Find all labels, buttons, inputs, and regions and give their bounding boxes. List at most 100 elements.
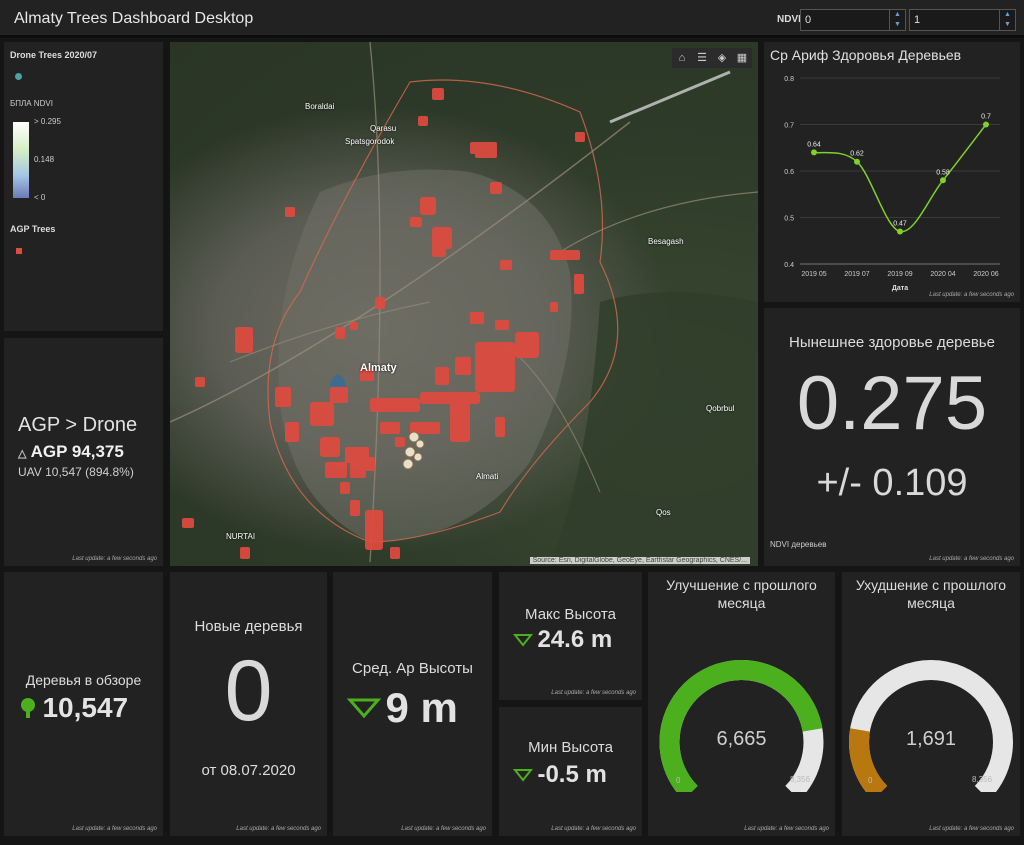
ndvi-color-ramp — [13, 122, 29, 198]
data-point — [897, 228, 903, 235]
triangle-up-icon: △ — [18, 448, 27, 460]
data-point — [854, 158, 860, 165]
data-point — [940, 177, 946, 184]
map-canvas — [170, 42, 758, 566]
trees-review-panel: Деревья в обзоре 10,547 Last update: a f… — [4, 572, 163, 836]
basemap-icon[interactable]: ▦ — [732, 48, 752, 68]
improvement-gauge — [659, 660, 824, 792]
ndvi-max-spinner[interactable]: ▲ ▼ — [909, 9, 1016, 31]
min-height-value: -0.5 m — [537, 761, 607, 788]
uav-count: UAV 10,547 (894.8%) — [18, 465, 134, 479]
y-tick-label: 0.8 — [784, 76, 794, 83]
new-trees-value: 0 — [224, 643, 273, 739]
decline-panel: Ухудшение с прошлого месяца 1,691 0 8,35… — [842, 572, 1020, 836]
data-label: 0.58 — [936, 169, 950, 176]
last-update: Last update: a few seconds ago — [401, 826, 486, 832]
ndvi-max-arrows[interactable]: ▲ ▼ — [999, 10, 1015, 30]
triangle-down-icon — [512, 769, 534, 782]
drone-tree-symbol — [15, 73, 22, 80]
spin-down-icon[interactable]: ▼ — [1000, 20, 1015, 30]
last-update: Last update: a few seconds ago — [72, 556, 157, 562]
x-axis-label: Дата — [892, 285, 908, 292]
layers-icon[interactable]: ◈ — [712, 48, 732, 68]
last-update: Last update: a few seconds ago — [551, 690, 636, 696]
line-chart: 0.4 0.5 0.6 0.7 0.8 2019 05 2019 07 2019 09 2020… — [784, 76, 1000, 292]
place-label: Almati — [476, 472, 499, 481]
place-label: Besagash — [648, 237, 684, 246]
trees-review-value: 10,547 — [42, 692, 129, 723]
decline-title: Ухудшение с прошлого месяца — [855, 577, 1007, 611]
map-attribution: Source: Esri, DigitalGlobe, GeoEye, Eart… — [529, 557, 750, 564]
data-point — [811, 149, 817, 156]
decline-value: 1,691 — [905, 728, 957, 750]
data-label: 0.7 — [981, 114, 991, 121]
place-label: Qos — [656, 508, 671, 517]
health-chart-panel: Ср Ариф Здоровья Деревьев 0.4 0.5 0.6 0.7 0.… — [764, 42, 1020, 302]
list-icon[interactable]: ☰ — [692, 48, 712, 68]
spin-up-icon[interactable]: ▲ — [1000, 10, 1015, 20]
min-height-title: Мин Высота — [528, 739, 613, 756]
avg-height-title: Сред. Ар Высоты — [352, 660, 473, 677]
last-update: Last update: a few seconds ago — [929, 826, 1014, 832]
last-update: Last update: a few seconds ago — [551, 826, 636, 832]
series-line — [813, 124, 987, 233]
y-tick-label: 0.7 — [784, 123, 794, 130]
ramp-min-label: < 0 — [34, 193, 46, 202]
ndvi-max-input[interactable] — [910, 11, 990, 29]
y-tick-label: 0.5 — [784, 216, 794, 223]
agp-count: △ AGP 94,375 — [18, 442, 124, 462]
trees-review-count: 10,547 — [18, 692, 128, 724]
decline-gauge — [849, 660, 1013, 792]
health-value: 0.275 — [796, 361, 988, 446]
new-trees-date: от 08.07.2020 — [201, 762, 296, 779]
improvement-panel: Улучшение с прошлого месяца 6,665 0 8,35… — [648, 572, 835, 836]
gauge-max-label: 8,356 — [972, 775, 993, 784]
last-update: Last update: a few seconds ago — [744, 826, 829, 832]
place-label: Spatsgorodok — [345, 137, 395, 146]
x-tick-label: 2020 04 — [930, 271, 955, 278]
ramp-max-label: > 0.295 — [34, 117, 61, 126]
data-point — [983, 121, 989, 128]
avg-height-panel: Сред. Ар Высоты 9 m Last update: a few s… — [333, 572, 492, 836]
x-tick-label: 2019 05 — [801, 271, 826, 278]
min-height-panel: Мин Высота -0.5 m Last update: a few sec… — [499, 707, 642, 836]
ndvi-label: NDVI — [777, 14, 801, 25]
avg-height-stat: 9 m — [346, 684, 458, 732]
gauge-min-label: 0 — [868, 776, 873, 785]
last-update: Last update: a few seconds ago — [236, 826, 321, 832]
spin-down-icon[interactable]: ▼ — [890, 20, 905, 30]
max-height-panel: Макс Высота 24.6 m Last update: a few se… — [499, 572, 642, 700]
place-label: Boraldai — [305, 102, 335, 111]
ndvi-min-spinner[interactable]: ▲ ▼ — [800, 9, 906, 31]
x-tick-label: 2019 09 — [887, 271, 912, 278]
map-view[interactable]: ⌂ ☰ ◈ ▦ Almaty Boraldai Qarasu Spatsgoro… — [170, 42, 758, 566]
health-range: +/- 0.109 — [816, 462, 968, 504]
tree-icon — [21, 698, 35, 718]
agp-tree-symbol — [16, 248, 22, 254]
app-header: Almaty Trees Dashboard Desktop NDVI ▲ ▼ … — [0, 0, 1024, 38]
max-height-title: Макс Высота — [525, 606, 616, 623]
dashboard-title: Almaty Trees Dashboard Desktop — [14, 10, 254, 27]
avg-height-value: 9 m — [385, 684, 458, 731]
last-update: Last update: a few seconds ago — [72, 826, 157, 832]
trees-review-label: Деревья в обзоре — [25, 672, 142, 688]
agp-drone-panel: AGP > Drone △ AGP 94,375 UAV 10,547 (894… — [4, 338, 163, 566]
gauge-min-label: 0 — [676, 776, 681, 785]
max-height-stat: 24.6 m — [512, 626, 612, 654]
legend-panel: Drone Trees 2020/07 БПЛА NDVI > 0.295 0.… — [4, 42, 163, 331]
ramp-mid-label: 0.148 — [34, 155, 55, 164]
last-update: Last update: a few seconds ago — [929, 292, 1014, 298]
home-icon[interactable]: ⌂ — [672, 48, 692, 68]
ndvi-min-arrows[interactable]: ▲ ▼ — [889, 10, 905, 30]
runway — [609, 70, 731, 124]
triangle-down-icon — [346, 698, 382, 719]
y-tick-label: 0.6 — [784, 169, 794, 176]
spin-up-icon[interactable]: ▲ — [890, 10, 905, 20]
legend-drone-trees: Drone Trees 2020/07 — [10, 50, 98, 60]
new-trees-title: Новые деревья — [194, 618, 303, 635]
map-toolbar: ⌂ ☰ ◈ ▦ — [672, 48, 752, 68]
gauge-max-label: 8,356 — [790, 775, 811, 784]
ndvi-min-input[interactable] — [801, 11, 881, 29]
place-label: Qarasu — [370, 124, 397, 133]
city-label: Almaty — [360, 362, 397, 374]
